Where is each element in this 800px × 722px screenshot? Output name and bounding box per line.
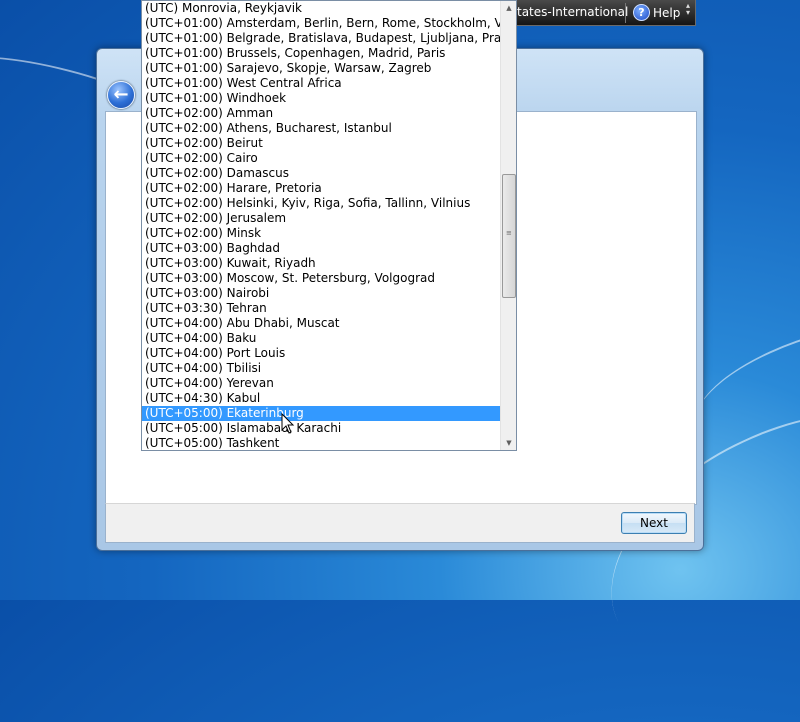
language-bar-divider	[625, 3, 626, 23]
list-item[interactable]: (UTC+02:00) Helsinki, Kyiv, Riga, Sofia,…	[142, 196, 500, 211]
help-label: Help	[653, 5, 681, 20]
list-item[interactable]: (UTC+05:00) Tashkent	[142, 436, 500, 450]
list-item[interactable]: (UTC+01:00) Brussels, Copenhagen, Madrid…	[142, 46, 500, 61]
language-bar-options-button[interactable]: ▴ ▾	[682, 2, 694, 23]
list-item[interactable]: (UTC+03:30) Tehran	[142, 301, 500, 316]
help-button[interactable]: ? Help	[629, 2, 684, 23]
list-item[interactable]: (UTC+04:00) Port Louis	[142, 346, 500, 361]
list-item[interactable]: (UTC+03:00) Nairobi	[142, 286, 500, 301]
list-item[interactable]: (UTC+03:00) Baghdad	[142, 241, 500, 256]
list-item[interactable]: (UTC+01:00) Sarajevo, Skopje, Warsaw, Za…	[142, 61, 500, 76]
list-item[interactable]: (UTC+03:00) Moscow, St. Petersburg, Volg…	[142, 271, 500, 286]
wizard-footer: Next	[105, 503, 695, 543]
mouse-cursor-icon	[281, 413, 295, 434]
list-item[interactable]: (UTC+05:00) Ekaterinburg	[142, 406, 500, 421]
list-item[interactable]: (UTC+02:00) Beirut	[142, 136, 500, 151]
list-item[interactable]: (UTC+02:00) Damascus	[142, 166, 500, 181]
help-icon: ?	[633, 4, 650, 21]
grip-icon: ≡	[506, 229, 512, 237]
scroll-down-arrow-icon[interactable]: ▼	[501, 436, 516, 450]
list-item[interactable]: (UTC+04:00) Baku	[142, 331, 500, 346]
list-item[interactable]: (UTC+02:00) Harare, Pretoria	[142, 181, 500, 196]
list-item[interactable]: (UTC+02:00) Amman	[142, 106, 500, 121]
vertical-scrollbar[interactable]: ▲ ≡ ▼	[500, 1, 516, 450]
list-item[interactable]: (UTC+05:00) Islamabad, Karachi	[142, 421, 500, 436]
list-item[interactable]: (UTC+04:30) Kabul	[142, 391, 500, 406]
list-item[interactable]: (UTC+02:00) Athens, Bucharest, Istanbul	[142, 121, 500, 136]
language-bar: tates-International ? Help ▴ ▾	[506, 0, 696, 26]
list-item[interactable]: (UTC+04:00) Abu Dhabi, Muscat	[142, 316, 500, 331]
list-item[interactable]: (UTC+01:00) Windhoek	[142, 91, 500, 106]
next-button[interactable]: Next	[621, 512, 687, 534]
list-item[interactable]: (UTC+04:00) Tbilisi	[142, 361, 500, 376]
back-button[interactable]: ←	[107, 81, 135, 109]
timezone-dropdown-list[interactable]: (UTC) Monrovia, Reykjavik (UTC+01:00) Ams…	[141, 0, 517, 451]
scrollbar-thumb[interactable]: ≡	[502, 174, 516, 298]
list-item[interactable]: (UTC+02:00) Minsk	[142, 226, 500, 241]
back-arrow-icon: ←	[113, 84, 129, 105]
list-item[interactable]: (UTC+02:00) Cairo	[142, 151, 500, 166]
list-item[interactable]: (UTC+01:00) Belgrade, Bratislava, Budape…	[142, 31, 500, 46]
scroll-up-arrow-icon[interactable]: ▲	[501, 1, 516, 15]
keyboard-language-label[interactable]: tates-International	[517, 5, 628, 19]
list-item[interactable]: (UTC+01:00) West Central Africa	[142, 76, 500, 91]
list-item[interactable]: (UTC+01:00) Amsterdam, Berlin, Bern, Rom…	[142, 16, 500, 31]
list-item[interactable]: (UTC+04:00) Yerevan	[142, 376, 500, 391]
list-item[interactable]: (UTC+03:00) Kuwait, Riyadh	[142, 256, 500, 271]
timezone-list-items: (UTC) Monrovia, Reykjavik (UTC+01:00) Ams…	[142, 1, 500, 450]
list-item[interactable]: (UTC+02:00) Jerusalem	[142, 211, 500, 226]
list-item[interactable]: (UTC) Monrovia, Reykjavik	[142, 1, 500, 16]
